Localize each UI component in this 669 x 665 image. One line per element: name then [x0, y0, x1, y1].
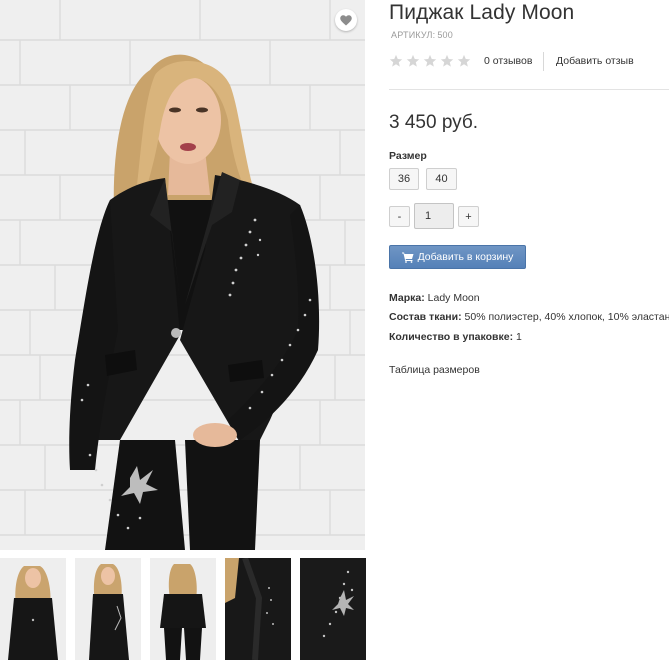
star-icon	[406, 54, 420, 67]
product-title: Пиджак Lady Moon	[389, 1, 575, 24]
star-icon	[389, 54, 403, 67]
wishlist-button[interactable]	[335, 9, 357, 31]
star-icon	[457, 54, 471, 67]
size-option-40[interactable]: 40	[426, 168, 457, 190]
add-to-cart-button[interactable]: Добавить в корзину	[389, 245, 526, 269]
quantity-input[interactable]	[414, 203, 454, 229]
star-icon	[423, 54, 437, 67]
star-icon	[440, 54, 454, 67]
thumbnail-3[interactable]	[150, 558, 216, 660]
attribute-value: 1	[516, 331, 522, 343]
add-review-link[interactable]: Добавить отзыв	[556, 55, 634, 67]
attribute-name: Количество в упаковке:	[389, 331, 514, 343]
cart-icon	[401, 252, 414, 263]
size-label: Размер	[389, 150, 427, 162]
divider	[543, 52, 544, 71]
size-option-36[interactable]: 36	[389, 168, 419, 190]
size-table-link[interactable]: Таблица размеров	[389, 364, 480, 376]
attribute-fabric: Состав ткани: 50% полиэстер, 40% хлопок,…	[389, 311, 669, 323]
divider	[389, 89, 669, 90]
thumbnail-4[interactable]	[225, 558, 291, 660]
rating-stars[interactable]	[389, 53, 474, 69]
attribute-value: 50% полиэстер, 40% хлопок, 10% эластан	[464, 311, 669, 323]
price: 3 450 руб.	[389, 112, 479, 133]
thumbnail-2[interactable]	[75, 558, 141, 660]
thumbnail-1[interactable]	[0, 558, 66, 660]
thumbnail-5[interactable]	[300, 558, 366, 660]
heart-icon	[340, 14, 352, 25]
quantity-increase-button[interactable]: +	[458, 206, 479, 227]
attribute-value: Lady Moon	[427, 292, 480, 304]
sku-value: 500	[437, 30, 453, 40]
attribute-name: Состав ткани:	[389, 311, 462, 323]
thumbnail-strip	[0, 558, 368, 660]
attribute-pack-quantity: Количество в упаковке: 1	[389, 331, 522, 343]
quantity-decrease-button[interactable]: -	[389, 206, 410, 227]
attribute-brand: Марка: Lady Moon	[389, 292, 480, 304]
reviews-count-link[interactable]: 0 отзывов	[484, 55, 532, 67]
add-to-cart-label: Добавить в корзину	[417, 251, 514, 263]
sku: АРТИКУЛ: 500	[389, 30, 453, 40]
sku-label: АРТИКУЛ:	[391, 30, 436, 40]
attribute-name: Марка:	[389, 292, 425, 304]
main-product-photo[interactable]	[0, 0, 365, 550]
